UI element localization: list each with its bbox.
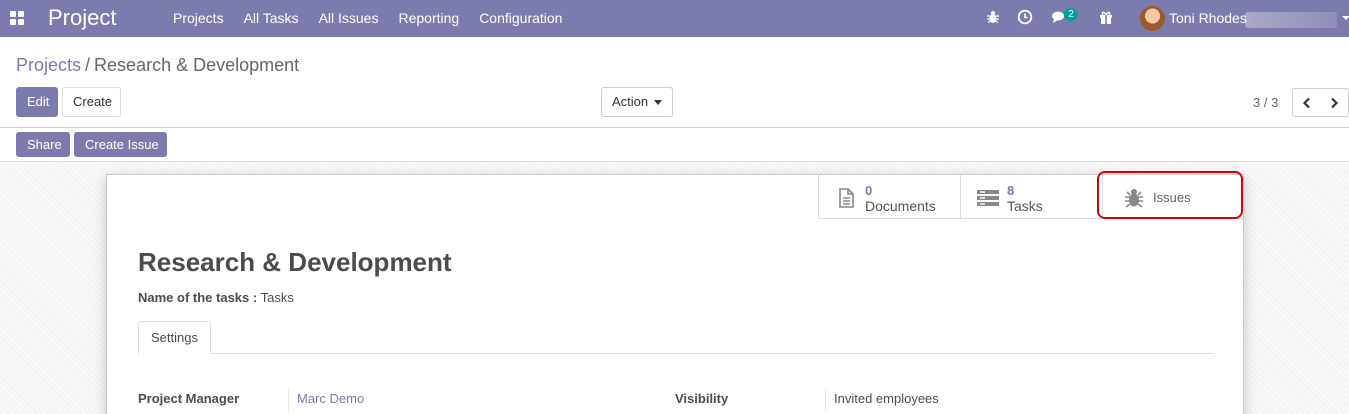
- chevron-left-icon: [1302, 97, 1310, 108]
- breadcrumb-current: Research & Development: [94, 55, 300, 75]
- menu-item-configuration[interactable]: Configuration: [469, 0, 572, 37]
- control-panel: Projects / Research & Development Edit Cre…: [0, 37, 1349, 128]
- menu-item-projects[interactable]: Projects: [163, 0, 234, 37]
- breadcrumb: Projects / Research & Development: [16, 55, 299, 76]
- tasks-name-value[interactable]: Tasks: [261, 290, 294, 305]
- activity-clock-icon[interactable]: [1017, 9, 1035, 27]
- chat-counter-badge: 2: [1064, 8, 1078, 21]
- tab-settings[interactable]: Settings: [138, 321, 211, 354]
- document-icon: [835, 187, 857, 209]
- tasks-label: Tasks: [1007, 198, 1043, 214]
- menu-item-all-issues[interactable]: All Issues: [309, 0, 389, 37]
- documents-smart-button[interactable]: 0 Documents: [818, 175, 960, 219]
- menu-item-all-tasks[interactable]: All Tasks: [234, 0, 309, 37]
- app-brand: Project: [48, 5, 117, 30]
- action-button-label: Action: [612, 94, 649, 109]
- gift-icon[interactable]: [1098, 9, 1116, 27]
- notebook-tabs: Settings: [138, 321, 1213, 354]
- create-issue-button[interactable]: Create Issue: [74, 132, 167, 157]
- menu-item-reporting[interactable]: Reporting: [388, 0, 469, 37]
- create-button[interactable]: Create: [62, 87, 121, 117]
- record-title: Research & Development: [138, 247, 452, 277]
- project-manager-value[interactable]: Marc Demo: [297, 391, 364, 406]
- documents-label: Documents: [865, 198, 936, 214]
- tasks-smart-button[interactable]: 8 Tasks: [960, 175, 1102, 219]
- pager-value[interactable]: 3 / 3: [1253, 95, 1278, 110]
- user-menu-name[interactable]: Toni Rhodes: [1169, 10, 1247, 26]
- main-menu: Projects All Tasks All Issues Reporting …: [163, 0, 572, 37]
- documents-count: 0: [865, 183, 873, 198]
- edit-button[interactable]: Edit: [16, 87, 58, 117]
- issues-highlight-annotation: [1097, 171, 1243, 219]
- pager-next-button[interactable]: [1320, 88, 1349, 117]
- pager-previous-button[interactable]: [1292, 88, 1321, 117]
- redacted-area: [1245, 12, 1337, 28]
- debug-bug-icon[interactable]: [985, 9, 1003, 27]
- action-dropdown-button[interactable]: Action: [601, 87, 673, 117]
- tasks-name-label: Name of the tasks :: [138, 290, 258, 305]
- tasks-list-icon: [977, 187, 999, 209]
- form-sheet: 0 Documents 8 Tasks Issues Research & De…: [106, 174, 1244, 414]
- visibility-value[interactable]: Invited employees: [834, 391, 939, 406]
- breadcrumb-projects-link[interactable]: Projects: [16, 55, 81, 75]
- share-button[interactable]: Share: [16, 132, 70, 157]
- caret-down-icon: [654, 100, 663, 106]
- project-manager-label: Project Manager: [138, 391, 240, 406]
- user-dropdown-caret-icon[interactable]: [1342, 16, 1349, 20]
- field-divider: [288, 389, 289, 411]
- visibility-label: Visibility: [675, 391, 729, 406]
- apps-menu-icon[interactable]: [10, 11, 24, 25]
- breadcrumb-separator: /: [85, 55, 91, 75]
- user-avatar[interactable]: [1140, 6, 1165, 31]
- tasks-count: 8: [1007, 183, 1015, 198]
- top-navbar: Project Projects All Tasks All Issues Re…: [0, 0, 1349, 37]
- form-statusbar: Share Create Issue: [0, 128, 1349, 162]
- tasks-name-field: Name of the tasks : Tasks: [138, 290, 294, 305]
- chevron-right-icon: [1331, 97, 1339, 108]
- field-divider: [825, 389, 826, 411]
